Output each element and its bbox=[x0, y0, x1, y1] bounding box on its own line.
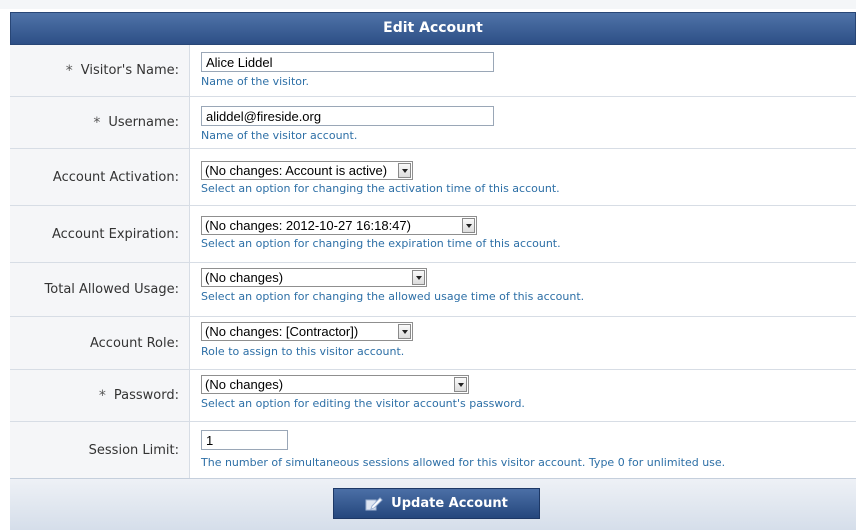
hint-total-allowed-usage: Select an option for changing the allowe… bbox=[201, 290, 585, 303]
hint-password: Select an option for editing the visitor… bbox=[201, 397, 525, 410]
chevron-down-icon[interactable] bbox=[462, 218, 475, 233]
label-account-activation: Account Activation: bbox=[52, 169, 179, 185]
edit-pencil-icon bbox=[365, 496, 383, 511]
row-password: * Password: (No changes) Select an optio… bbox=[10, 370, 856, 422]
required-marker: * bbox=[98, 387, 106, 404]
hint-visitor-name: Name of the visitor. bbox=[201, 75, 310, 88]
edit-account-panel: Edit Account * Visitor's Name: Name of t… bbox=[0, 0, 856, 530]
label-account-expiration: Account Expiration: bbox=[52, 226, 179, 242]
label-visitor-name: Visitor's Name: bbox=[80, 63, 179, 78]
required-marker: * bbox=[65, 62, 73, 79]
row-username: * Username: Name of the visitor account. bbox=[10, 97, 856, 149]
account-activation-select[interactable]: (No changes: Account is active) bbox=[201, 161, 413, 180]
account-expiration-select[interactable]: (No changes: 2012-10-27 16:18:47) bbox=[201, 216, 477, 235]
chevron-down-icon[interactable] bbox=[398, 324, 411, 339]
top-strip bbox=[0, 0, 856, 9]
row-account-activation: Account Activation: (No changes: Account… bbox=[10, 149, 856, 206]
row-total-allowed-usage: Total Allowed Usage: (No changes) Select… bbox=[10, 263, 856, 317]
required-marker: * bbox=[93, 114, 101, 131]
update-account-button[interactable]: Update Account bbox=[333, 488, 540, 519]
form-title: Edit Account bbox=[10, 12, 856, 45]
row-session-limit: Session Limit: The number of simultaneou… bbox=[10, 422, 856, 478]
hint-account-activation: Select an option for changing the activa… bbox=[201, 182, 560, 195]
hint-account-role: Role to assign to this visitor account. bbox=[201, 345, 405, 358]
label-username: Username: bbox=[108, 115, 179, 130]
total-allowed-usage-select[interactable]: (No changes) bbox=[201, 268, 427, 287]
chevron-down-icon[interactable] bbox=[398, 163, 411, 178]
hint-account-expiration: Select an option for changing the expira… bbox=[201, 237, 561, 250]
row-account-expiration: Account Expiration: (No changes: 2012-10… bbox=[10, 206, 856, 263]
label-password: Password: bbox=[113, 388, 179, 403]
hint-username: Name of the visitor account. bbox=[201, 129, 358, 142]
session-limit-input[interactable] bbox=[201, 430, 288, 450]
chevron-down-icon[interactable] bbox=[412, 270, 425, 285]
chevron-down-icon[interactable] bbox=[454, 377, 467, 392]
label-session-limit: Session Limit: bbox=[88, 442, 179, 458]
visitor-name-input[interactable] bbox=[201, 52, 494, 72]
label-account-role: Account Role: bbox=[89, 335, 179, 351]
form-footer: Update Account bbox=[10, 478, 856, 530]
row-account-role: Account Role: (No changes: [Contractor])… bbox=[10, 317, 856, 370]
hint-session-limit: The number of simultaneous sessions allo… bbox=[201, 456, 726, 469]
label-total-allowed-usage: Total Allowed Usage: bbox=[44, 282, 179, 297]
row-visitor-name: * Visitor's Name: Name of the visitor. bbox=[10, 45, 856, 97]
update-account-label: Update Account bbox=[391, 496, 508, 511]
account-role-select[interactable]: (No changes: [Contractor]) bbox=[201, 322, 413, 341]
password-select[interactable]: (No changes) bbox=[201, 375, 469, 394]
username-input[interactable] bbox=[201, 106, 494, 126]
